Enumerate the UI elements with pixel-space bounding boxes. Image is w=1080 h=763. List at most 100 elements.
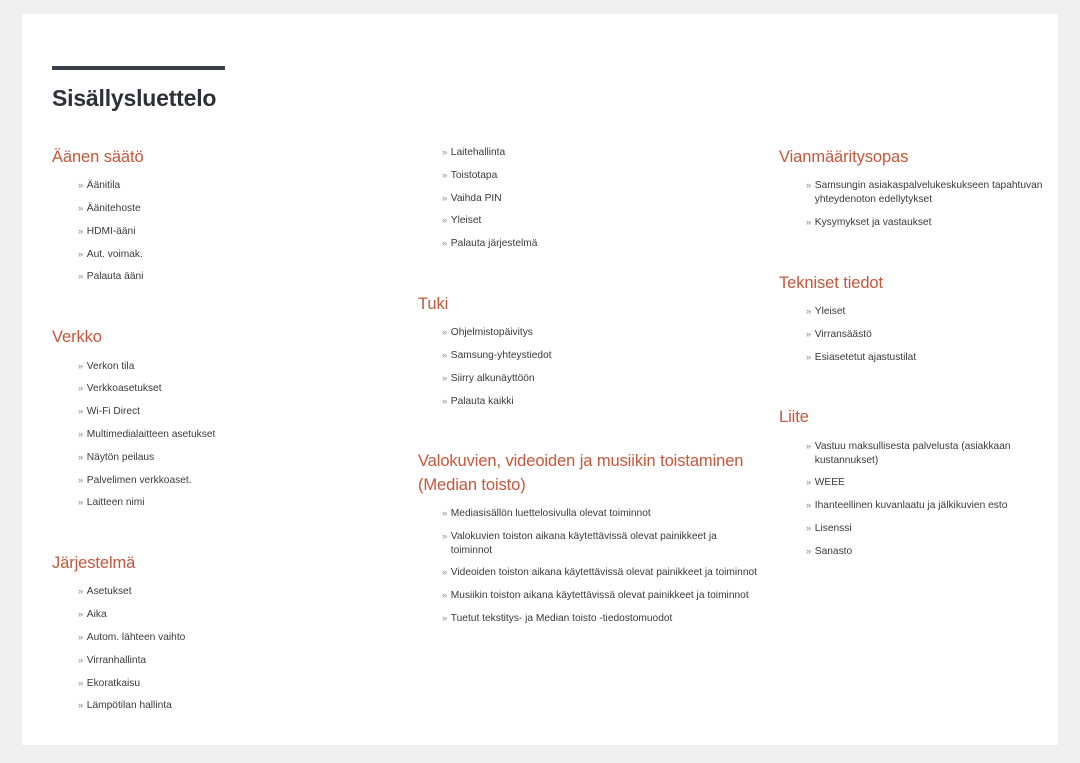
- toc-entry[interactable]: » Valokuvien toiston aikana käytettävissä…: [442, 530, 758, 558]
- toc-entry[interactable]: » Palauta järjestelmä: [442, 237, 758, 251]
- section-heading[interactable]: Tekniset tiedot: [779, 272, 1049, 295]
- toc-entry[interactable]: » Autom. lähteen vaihto: [78, 631, 392, 645]
- toc-entry[interactable]: » Äänitila: [78, 179, 392, 193]
- double-chevron-icon: »: [806, 328, 812, 340]
- toc-item-list: » Laitehallinta» Toistotapa» Vaihda PIN» Yle…: [442, 146, 758, 251]
- toc-entry[interactable]: » Toistotapa: [442, 169, 758, 183]
- toc-item-list: » Vastuu maksullisesta palvelusta (asiakk…: [806, 440, 1049, 559]
- toc-entry[interactable]: » Ihanteellinen kuvanlaatu ja jälkikuvien…: [806, 499, 1049, 513]
- toc-entry-label: Esiasetetut ajastustilat: [814, 351, 917, 363]
- section-heading[interactable]: Äänen säätö: [52, 146, 392, 169]
- double-chevron-icon: »: [78, 248, 84, 260]
- toc-entry-label: Ekoratkaisu: [86, 677, 141, 689]
- double-chevron-icon: »: [78, 271, 84, 283]
- toc-entry[interactable]: » Verkon tila: [78, 360, 392, 374]
- double-chevron-icon: »: [78, 180, 84, 192]
- double-chevron-icon: »: [806, 306, 812, 318]
- section-heading[interactable]: Verkko: [52, 326, 392, 349]
- toc-entry-label: Verkkoasetukset: [86, 383, 162, 395]
- double-chevron-icon: »: [442, 508, 448, 520]
- double-chevron-icon: »: [442, 590, 448, 602]
- document-page: Sisällysluettelo Äänen säätö» Äänitila» Ää…: [22, 14, 1058, 745]
- double-chevron-icon: »: [806, 522, 812, 534]
- double-chevron-icon: »: [78, 631, 84, 643]
- toc-entry-label: Yleiset: [450, 215, 482, 227]
- toc-entry[interactable]: » Vastuu maksullisesta palvelusta (asiakk…: [806, 440, 1049, 468]
- toc-entry[interactable]: » Verkkoasetukset: [78, 382, 392, 396]
- toc-entry-label: Vastuu maksullisesta palvelusta (asiakka…: [814, 440, 1011, 466]
- double-chevron-icon: »: [442, 372, 448, 384]
- toc-entry[interactable]: » Multimedialaitteen asetukset: [78, 428, 392, 442]
- toc-entry[interactable]: » Mediasisällön luettelosivulla olevat to…: [442, 507, 758, 521]
- toc-section: Verkko» Verkon tila» Verkkoasetukset» Wi-Fi…: [52, 326, 392, 510]
- toc-entry-label: Palauta ääni: [86, 271, 144, 283]
- toc-entry[interactable]: » Aika: [78, 608, 392, 622]
- toc-entry-label: Samsung-yhteystiedot: [450, 350, 552, 362]
- toc-entry[interactable]: » Vaihda PIN: [442, 192, 758, 206]
- section-heading[interactable]: Vianmääritysopas: [779, 146, 1049, 169]
- toc-entry[interactable]: » Äänitehoste: [78, 202, 392, 216]
- double-chevron-icon: »: [442, 327, 448, 339]
- toc-entry-label: Valokuvien toiston aikana käytettävissä …: [450, 530, 717, 556]
- toc-entry-label: Äänitila: [86, 180, 121, 192]
- toc-entry[interactable]: » Asetukset: [78, 585, 392, 599]
- toc-entry[interactable]: » Sanasto: [806, 545, 1049, 559]
- toc-entry-label: Tuetut tekstitys- ja Median toisto -tied…: [450, 612, 673, 624]
- section-heading[interactable]: Tuki: [418, 293, 758, 316]
- toc-section: » Laitehallinta» Toistotapa» Vaihda PIN» Yle…: [418, 146, 758, 251]
- toc-entry[interactable]: » Lisenssi: [806, 522, 1049, 536]
- toc-entry[interactable]: » Esiasetetut ajastustilat: [806, 351, 1049, 365]
- toc-entry[interactable]: » Wi-Fi Direct: [78, 405, 392, 419]
- toc-item-list: » Yleiset» Virransäästö» Esiasetetut ajastu…: [806, 305, 1049, 364]
- toc-entry-label: Lisenssi: [814, 522, 852, 534]
- toc-entry[interactable]: » Palauta kaikki: [442, 395, 758, 409]
- toc-entry[interactable]: » Videoiden toiston aikana käytettävissä …: [442, 566, 758, 580]
- toc-entry-label: Yleiset: [814, 306, 846, 318]
- double-chevron-icon: »: [78, 474, 84, 486]
- toc-entry[interactable]: » Samsungin asiakaspalvelukeskukseen tapa…: [806, 179, 1049, 207]
- toc-section: Tekniset tiedot» Yleiset» Virransäästö» Esi…: [779, 272, 1049, 365]
- toc-entry[interactable]: » Tuetut tekstitys- ja Median toisto -tie…: [442, 612, 758, 626]
- toc-entry-label: Palauta kaikki: [450, 395, 514, 407]
- toc-entry[interactable]: » Siirry alkunäyttöön: [442, 372, 758, 386]
- toc-entry[interactable]: » Virransäästö: [806, 328, 1049, 342]
- toc-section: Järjestelmä » Asetukset » Aika » Autom. lähtee…: [52, 552, 392, 713]
- toc-entry[interactable]: » Virranhallinta: [78, 654, 392, 668]
- section-heading[interactable]: Järjestelmä: [52, 552, 392, 575]
- double-chevron-icon: »: [442, 192, 448, 204]
- toc-entry[interactable]: » Samsung-yhteystiedot: [442, 349, 758, 363]
- toc-entry[interactable]: » Laitehallinta: [442, 146, 758, 160]
- double-chevron-icon: »: [806, 180, 812, 192]
- double-chevron-icon: »: [806, 545, 812, 557]
- toc-entry[interactable]: » Kysymykset ja vastaukset: [806, 216, 1049, 230]
- toc-entry[interactable]: » Lämpötilan hallinta: [78, 699, 392, 713]
- toc-entry-label: Kysymykset ja vastaukset: [814, 216, 932, 228]
- double-chevron-icon: »: [442, 169, 448, 181]
- double-chevron-icon: »: [442, 350, 448, 362]
- toc-entry-label: Lämpötilan hallinta: [86, 700, 172, 712]
- toc-entry[interactable]: » Ekoratkaisu: [78, 677, 392, 691]
- toc-entry-label: Toistotapa: [450, 169, 498, 181]
- toc-entry[interactable]: » Yleiset: [442, 214, 758, 228]
- toc-entry[interactable]: » Näytön peilaus: [78, 451, 392, 465]
- toc-entry[interactable]: » Yleiset: [806, 305, 1049, 319]
- double-chevron-icon: »: [442, 567, 448, 579]
- toc-entry[interactable]: » Ohjelmistopäivitys: [442, 326, 758, 340]
- toc-entry[interactable]: » WEEE: [806, 476, 1049, 490]
- toc-entry[interactable]: » Palvelimen verkkoaset.: [78, 474, 392, 488]
- toc-entry-label: Mediasisällön luettelosivulla olevat toi…: [450, 508, 651, 520]
- section-heading[interactable]: Liite: [779, 406, 1049, 429]
- toc-item-list: » Asetukset » Aika » Autom. lähteen vaihto » Vi…: [78, 585, 392, 713]
- section-heading[interactable]: Valokuvien, videoiden ja musiikin toista…: [418, 450, 758, 497]
- toc-entry[interactable]: » Musiikin toiston aikana käytettävissä o…: [442, 589, 758, 603]
- toc-column-3: Vianmääritysopas » Samsungin asiakaspalvel…: [779, 146, 1049, 567]
- toc-entry[interactable]: » Aut. voimak.: [78, 248, 392, 262]
- double-chevron-icon: »: [806, 500, 812, 512]
- toc-entry[interactable]: » Laitteen nimi: [78, 496, 392, 510]
- toc-entry-label: Ihanteellinen kuvanlaatu ja jälkikuvien …: [814, 500, 1008, 512]
- toc-entry[interactable]: » HDMI-ääni: [78, 225, 392, 239]
- toc-entry[interactable]: » Palauta ääni: [78, 270, 392, 284]
